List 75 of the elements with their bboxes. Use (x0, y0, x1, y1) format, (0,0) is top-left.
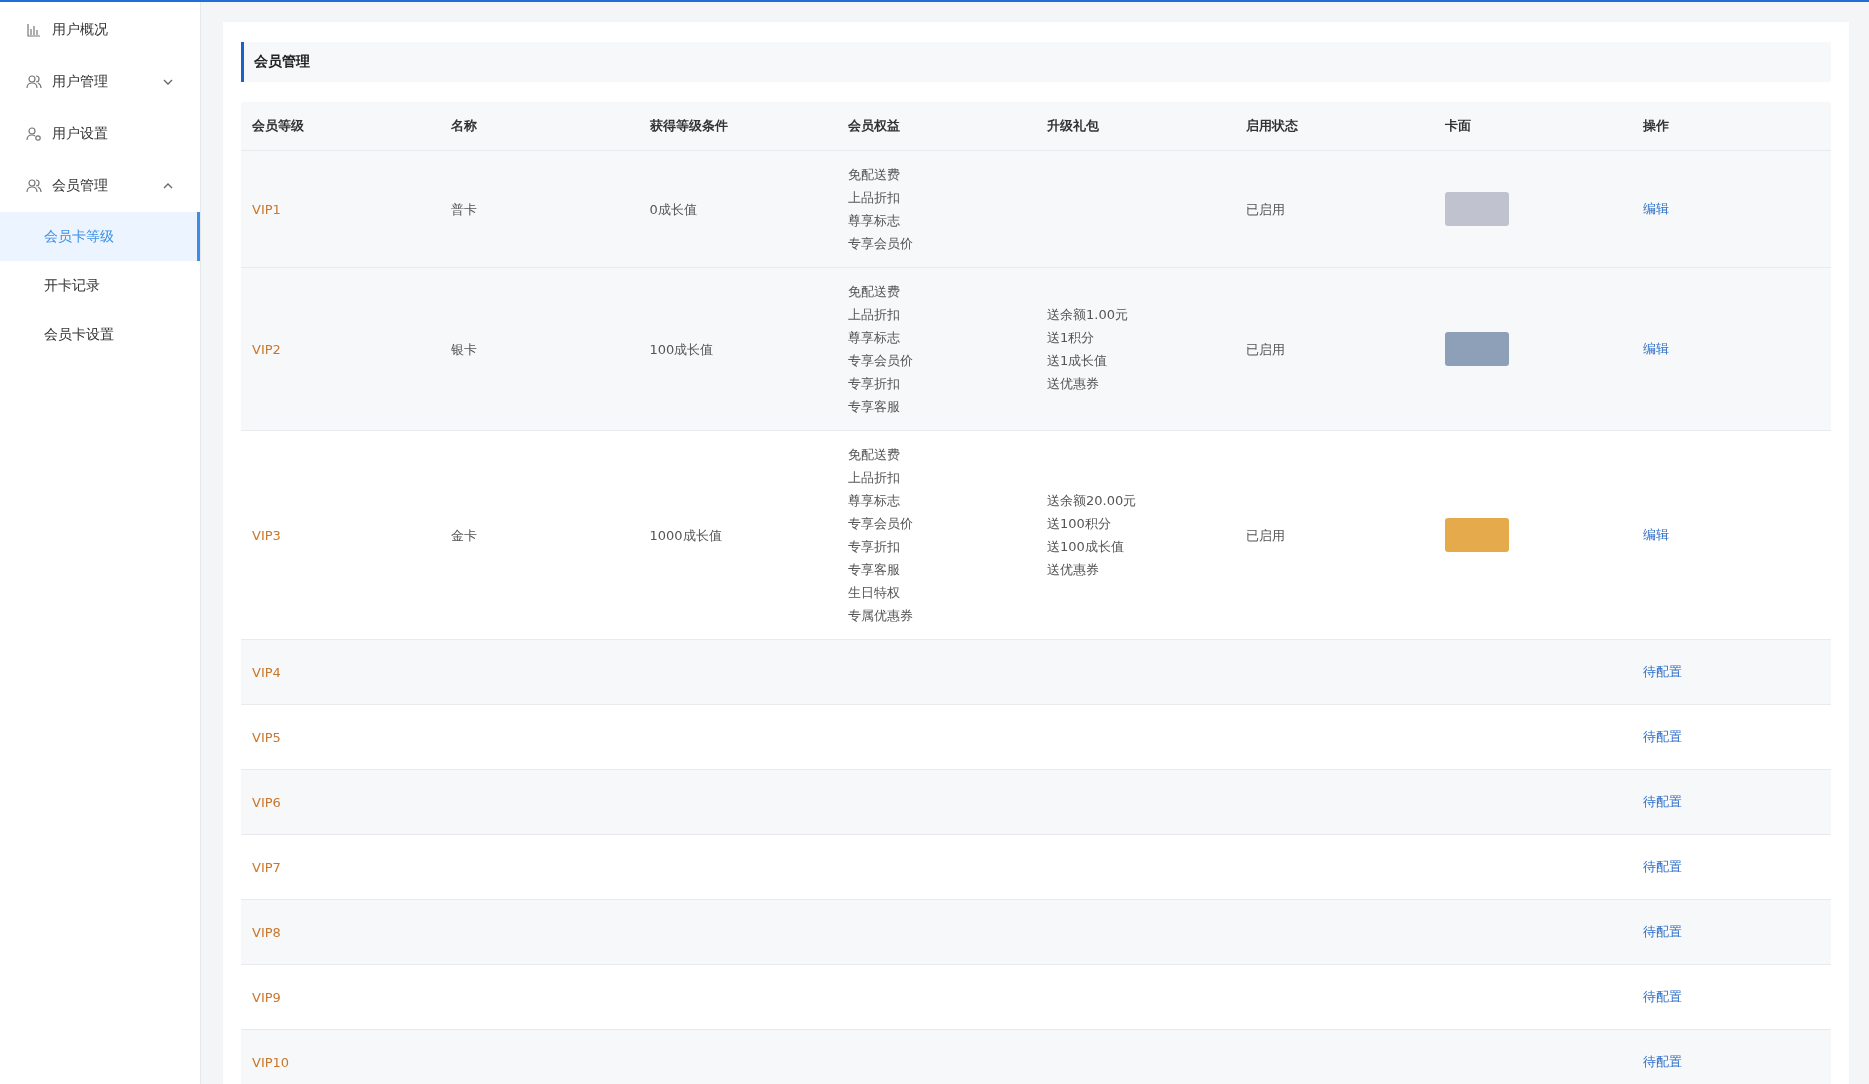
column-header: 启用状态 (1244, 117, 1299, 135)
column-header: 升级礼包 (1046, 117, 1100, 135)
benefit-text: 上品折扣 (848, 189, 902, 207)
benefit-text: 专享折扣 (848, 375, 902, 393)
benefit-text: 上品折扣 (848, 469, 902, 487)
benefit-text: 专属优惠券 (848, 607, 914, 625)
condition-text: 0成长值 (649, 200, 697, 219)
level-text: VIP4 (252, 664, 281, 680)
submenu-item[interactable]: 开卡记录 (0, 261, 200, 310)
level-text: VIP8 (252, 924, 281, 940)
condition-text: 1000成长值 (649, 526, 722, 545)
action-link[interactable]: 待配置 (1643, 1053, 1683, 1071)
benefit-text: 专享会员价 (848, 352, 914, 370)
level-text: VIP9 (252, 989, 281, 1005)
user-settings-icon (26, 126, 42, 142)
condition-text: 100成长值 (649, 340, 714, 359)
level-text: VIP7 (252, 859, 281, 875)
gift-text: 送100成长值 (1047, 538, 1125, 556)
level-text: VIP10 (252, 1054, 290, 1070)
gift-text: 送余额1.00元 (1047, 306, 1128, 324)
column-header: 会员等级 (251, 117, 305, 135)
sidebar-item[interactable]: 用户管理 (0, 56, 200, 108)
action-link[interactable]: 待配置 (1643, 988, 1683, 1006)
action-link[interactable]: 待配置 (1643, 728, 1683, 746)
card-name: 金卡 (450, 526, 477, 545)
gift-text: 送1积分 (1047, 329, 1096, 347)
level-text: VIP3 (252, 527, 281, 543)
status-text: 已启用 (1245, 340, 1285, 359)
gift-text: 送100积分 (1047, 515, 1112, 533)
status-text: 已启用 (1245, 200, 1285, 219)
action-link[interactable]: 编辑 (1643, 200, 1670, 218)
action-link[interactable]: 待配置 (1643, 858, 1683, 876)
level-text: VIP1 (252, 201, 281, 217)
column-header: 会员权益 (847, 117, 902, 135)
bar-chart-icon (26, 22, 42, 38)
submenu-item[interactable]: 会员卡等级 (0, 212, 200, 261)
benefit-text: 专享会员价 (848, 235, 914, 253)
column-header: 获得等级条件 (648, 117, 729, 135)
status-text: 已启用 (1245, 526, 1285, 545)
benefit-text: 专享会员价 (848, 515, 914, 533)
gift-text: 送1成长值 (1047, 352, 1109, 370)
level-text: VIP5 (252, 729, 281, 745)
sidebar-item[interactable]: 会员管理 (0, 160, 200, 212)
level-text: VIP6 (252, 794, 281, 810)
benefit-text: 免配送费 (848, 283, 902, 301)
submenu-item[interactable]: 会员卡设置 (0, 310, 200, 359)
action-link[interactable]: 编辑 (1643, 340, 1670, 358)
users-icon (26, 178, 42, 194)
benefit-text: 尊享标志 (848, 329, 902, 347)
benefit-text: 尊享标志 (848, 492, 902, 510)
action-link[interactable]: 待配置 (1643, 923, 1683, 941)
users-icon (26, 74, 42, 90)
benefit-text: 上品折扣 (848, 306, 902, 324)
card-name: 银卡 (450, 340, 477, 359)
column-header: 卡面 (1443, 117, 1472, 135)
gift-text: 送优惠券 (1047, 561, 1100, 579)
sidebar-item[interactable]: 用户设置 (0, 108, 200, 160)
benefit-text: 专享折扣 (848, 538, 902, 556)
action-link[interactable]: 待配置 (1643, 663, 1683, 681)
sidebar-item[interactable]: 用户概况 (0, 4, 200, 56)
gift-text: 送优惠券 (1047, 375, 1100, 393)
benefit-text: 免配送费 (848, 166, 902, 184)
benefit-text: 专享客服 (848, 561, 902, 579)
level-text: VIP2 (252, 341, 281, 357)
card-name: 普卡 (450, 200, 477, 219)
action-link[interactable]: 编辑 (1643, 526, 1670, 544)
column-header: 名称 (449, 117, 478, 135)
benefit-text: 专享客服 (848, 398, 902, 416)
benefit-text: 免配送费 (848, 446, 902, 464)
column-header: 操作 (1642, 117, 1671, 135)
benefit-text: 生日特权 (848, 584, 902, 602)
panel-title: 会员管理 (241, 42, 1831, 82)
action-link[interactable]: 待配置 (1643, 793, 1683, 811)
gift-text: 送余额20.00元 (1047, 492, 1137, 510)
benefit-text: 尊享标志 (848, 212, 902, 230)
